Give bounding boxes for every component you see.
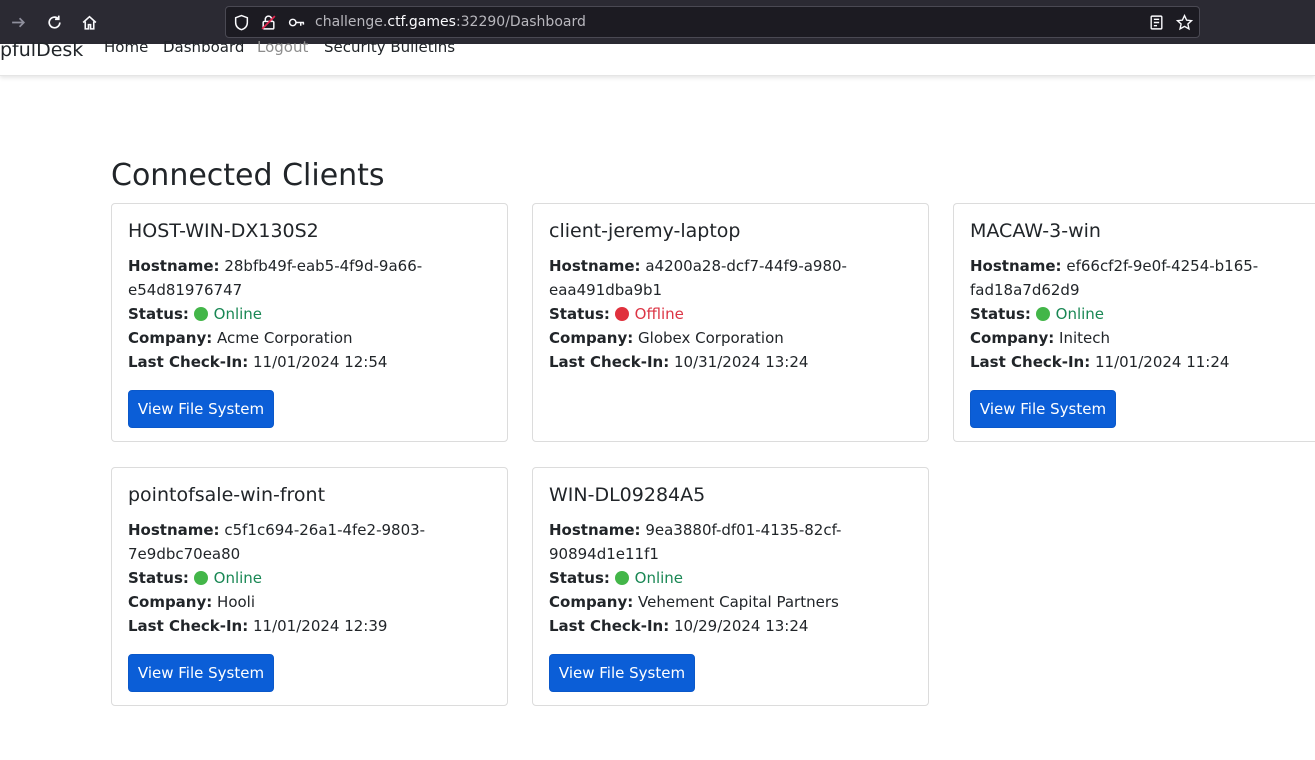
client-card: client-jeremy-laptop Hostname: a4200a28-…: [532, 203, 929, 442]
status-dot-icon: [1035, 307, 1050, 321]
nav-link-home[interactable]: Home: [104, 38, 148, 56]
key-icon[interactable]: [288, 14, 305, 31]
company-row: Company: Vehement Capital Partners: [549, 593, 839, 611]
company-row: Company: Hooli: [128, 593, 256, 611]
hostname-row: Hostname: 28bfb49f-eab5-4f9d-9a66-e54d81…: [128, 257, 423, 299]
client-name: pointofsale-win-front: [128, 484, 326, 506]
arrow-right-icon: [11, 17, 25, 27]
status-badge: Online: [193, 569, 262, 587]
nav-link-security-bulletins[interactable]: Security Bulletins: [324, 38, 455, 56]
app-navbar: pfulDesk Home Dashboard Logout Security …: [0, 38, 1315, 76]
nav-link-dashboard[interactable]: Dashboard: [163, 38, 244, 56]
status-row: Status: Online: [128, 305, 263, 323]
last-checkin-row: Last Check-In: 11/01/2024 12:54: [128, 353, 388, 371]
star-icon[interactable]: [1176, 14, 1193, 31]
client-card: HOST-WIN-DX130S2 Hostname: 28bfb49f-eab5…: [111, 203, 508, 442]
client-name: client-jeremy-laptop: [549, 220, 741, 242]
reload-button[interactable]: [42, 10, 66, 34]
status-row: Status: Online: [549, 569, 684, 587]
status-badge: Online: [614, 569, 683, 587]
reload-icon: [47, 15, 61, 29]
status-row: Status: Online: [970, 305, 1105, 323]
page-title: Connected Clients: [111, 158, 385, 193]
last-checkin-row: Last Check-In: 10/31/2024 13:24: [549, 353, 809, 371]
view-file-system-button[interactable]: View File System: [970, 390, 1116, 428]
reader-icon[interactable]: [1148, 14, 1165, 31]
client-card: MACAW-3-win Hostname: ef66cf2f-9e0f-4254…: [953, 203, 1315, 442]
status-dot-icon: [193, 307, 208, 321]
shield-icon[interactable]: [233, 14, 250, 31]
address-bar[interactable]: challenge.ctf.games:32290/Dashboard: [225, 6, 1200, 38]
hostname-row: Hostname: ef66cf2f-9e0f-4254-b165-fad18a…: [970, 257, 1259, 299]
home-icon: [82, 15, 96, 30]
view-file-system-button[interactable]: View File System: [128, 654, 274, 692]
client-name: MACAW-3-win: [970, 220, 1101, 242]
forward-button[interactable]: [6, 10, 30, 34]
view-file-system-button[interactable]: View File System: [128, 390, 274, 428]
nav-link-logout[interactable]: Logout: [257, 38, 308, 56]
status-dot-icon: [193, 571, 208, 585]
brand-logo[interactable]: pfulDesk: [0, 39, 83, 61]
last-checkin-row: Last Check-In: 11/01/2024 12:39: [128, 617, 388, 635]
last-checkin-row: Last Check-In: 10/29/2024 13:24: [549, 617, 809, 635]
client-name: WIN-DL09284A5: [549, 484, 706, 506]
client-name: HOST-WIN-DX130S2: [128, 220, 319, 242]
hostname-row: Hostname: c5f1c694-26a1-4fe2-9803-7e9dbc…: [128, 521, 426, 563]
client-card: WIN-DL09284A5 Hostname: 9ea3880f-df01-41…: [532, 467, 929, 706]
status-badge: Online: [1035, 305, 1104, 323]
status-row: Status: Online: [128, 569, 263, 587]
status-dot-icon: [614, 571, 629, 585]
lock-icon[interactable]: [260, 14, 277, 31]
company-row: Company: Globex Corporation: [549, 329, 784, 347]
view-file-system-button[interactable]: View File System: [549, 654, 695, 692]
client-card: pointofsale-win-front Hostname: c5f1c694…: [111, 467, 508, 706]
home-button[interactable]: [77, 10, 101, 34]
status-dot-icon: [614, 307, 629, 321]
hostname-row: Hostname: 9ea3880f-df01-4135-82cf-90894d…: [549, 521, 842, 563]
status-badge: Offline: [614, 305, 684, 323]
last-checkin-row: Last Check-In: 11/01/2024 11:24: [970, 353, 1230, 371]
url-text[interactable]: challenge.ctf.games:32290/Dashboard: [315, 14, 586, 30]
status-row: Status: Offline: [549, 305, 684, 323]
hostname-row: Hostname: a4200a28-dcf7-44f9-a980-eaa491…: [549, 257, 847, 299]
company-row: Company: Acme Corporation: [128, 329, 353, 347]
company-row: Company: Initech: [970, 329, 1111, 347]
status-badge: Online: [193, 305, 262, 323]
